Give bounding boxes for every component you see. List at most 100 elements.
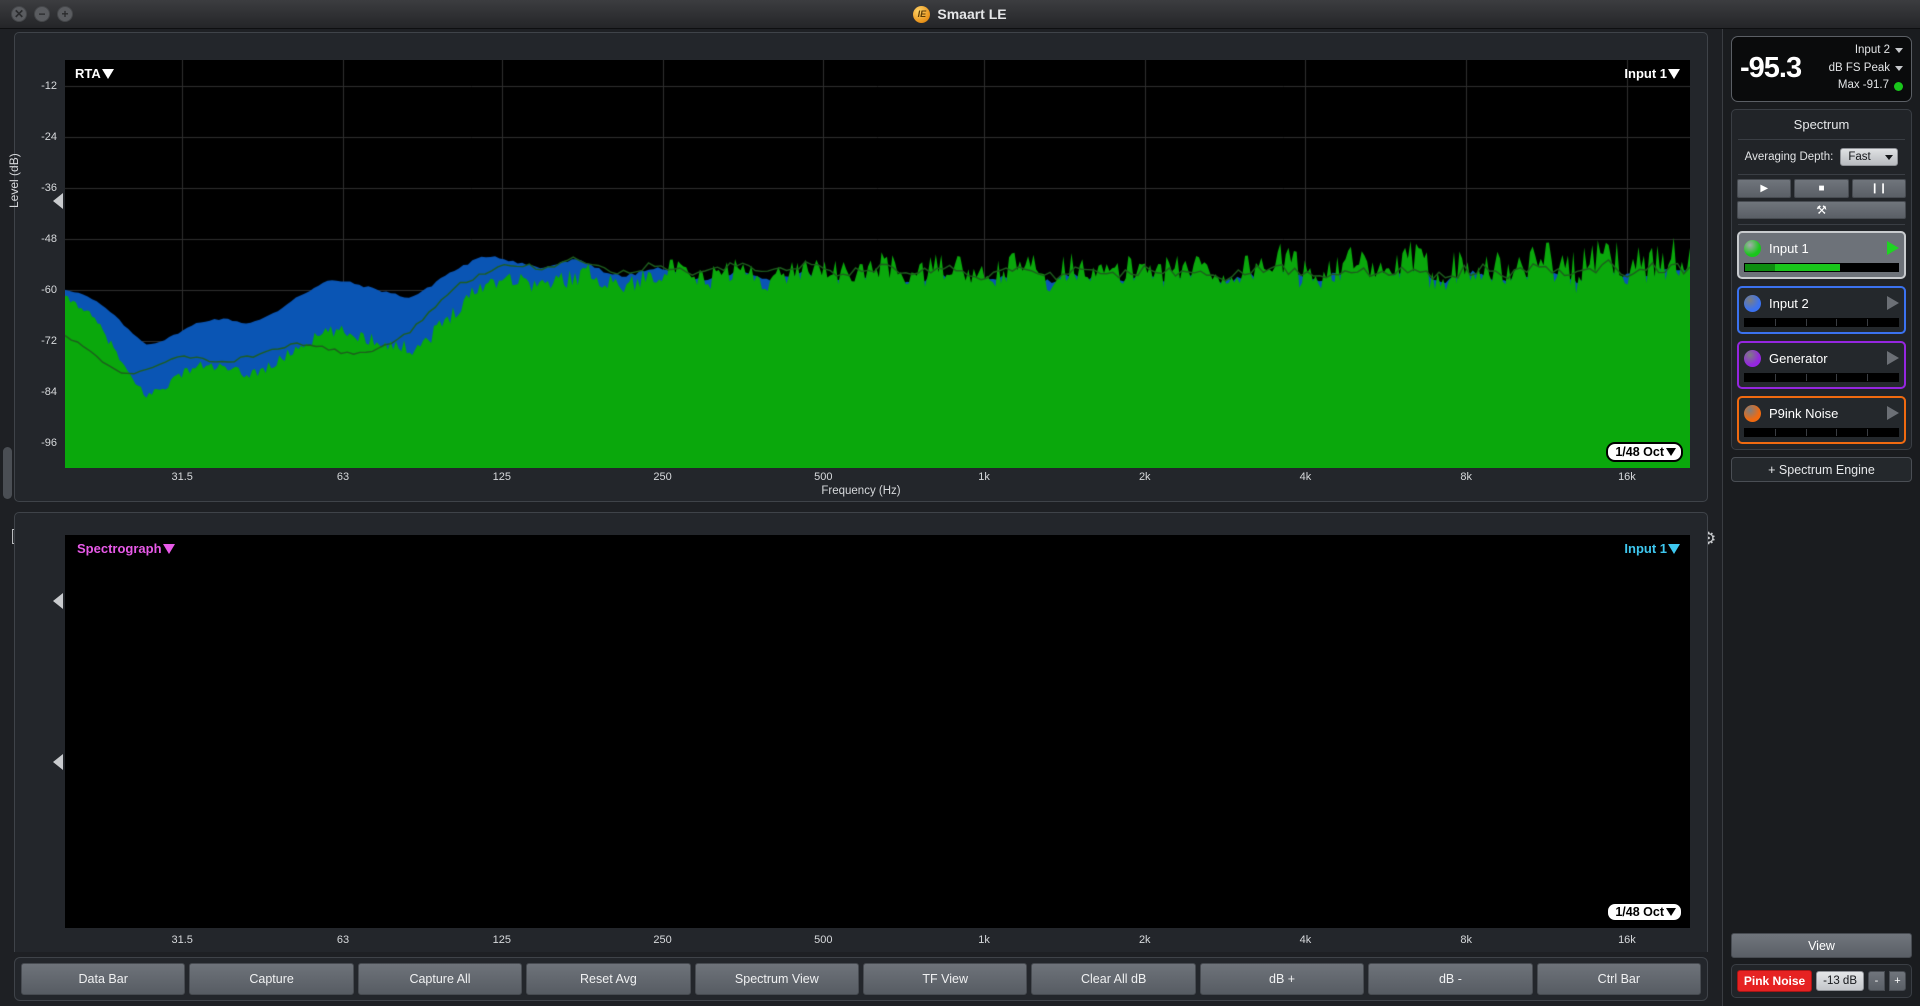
engine-play-icon[interactable] xyxy=(1887,296,1899,310)
toolbar-button-clear-all-db[interactable]: Clear All dB xyxy=(1031,963,1196,995)
engine-color-dot-icon xyxy=(1744,294,1761,312)
spectrograph-canvas xyxy=(65,535,1690,928)
x-tick-label: 8k xyxy=(1460,471,1473,483)
spectrograph-resolution-dropdown[interactable]: 1/48 Oct xyxy=(1606,902,1683,922)
meter-unit-dropdown[interactable]: dB FS Peak xyxy=(1807,60,1903,78)
stop-button[interactable]: ■ xyxy=(1794,179,1849,198)
window-title: IE Smaart LE xyxy=(0,5,1920,23)
chevron-down-icon xyxy=(101,68,114,79)
chevron-down-icon xyxy=(1666,448,1676,456)
generator-level-decrement-button[interactable]: - xyxy=(1868,971,1885,991)
rta-type-dropdown[interactable]: RTA xyxy=(75,66,114,81)
averaging-depth-value: Fast xyxy=(1848,151,1871,163)
rta-level-slider-handle[interactable] xyxy=(53,193,63,209)
toolbar-button-data-bar[interactable]: Data Bar xyxy=(21,963,186,995)
engine-color-dot-icon xyxy=(1744,349,1761,367)
window-title-text: Smaart LE xyxy=(937,6,1007,22)
averaging-depth-select[interactable]: Fast xyxy=(1840,148,1899,166)
meter-source-dropdown[interactable]: Input 2 xyxy=(1807,42,1903,60)
toolbar-button-tf-view[interactable]: TF View xyxy=(863,963,1028,995)
rta-spectrum-canvas xyxy=(65,60,1690,468)
pink-noise-button[interactable]: Pink Noise xyxy=(1737,970,1813,992)
spectrograph-source-dropdown[interactable]: Input 1 xyxy=(1624,541,1680,556)
y-tick-label: -84 xyxy=(41,385,57,398)
engine-label: Input 2 xyxy=(1769,295,1809,311)
spectrum-engine-p9ink-noise[interactable]: P9ink Noise xyxy=(1737,396,1906,444)
x-tick-label: 63 xyxy=(336,471,350,483)
engine-play-icon[interactable] xyxy=(1887,351,1899,365)
spectrograph-upper-slider-handle[interactable] xyxy=(53,593,63,609)
meter-unit-label: dB FS Peak xyxy=(1828,61,1890,74)
toolbar-button-row: Data Bar Capture Capture All Reset Avg Spect… xyxy=(14,957,1708,1001)
right-sidebar: -95.3 Input 2 dB FS Peak Max -91.7 Spect… xyxy=(1722,29,1920,1006)
work-area: Level (dB) -12 -24 -36 -48 -60 -72 -84 -96 RTA … xyxy=(0,29,1722,981)
engine-level-bar xyxy=(1744,373,1899,382)
meter-max-label: Max -91.7 xyxy=(1837,79,1889,92)
chevron-down-icon xyxy=(1885,154,1894,160)
toolbar-button-ctrl-bar[interactable]: Ctrl Bar xyxy=(1536,963,1702,995)
toolbar-button-spectrum-view[interactable]: Spectrum View xyxy=(694,963,860,995)
spectrograph-panel: Spectrograph Input 1 1/48 Oct 31.5 63 125 2… xyxy=(14,512,1708,974)
spectrum-engine-list: Input 1 Input 2 Generator P9ink Noise xyxy=(1732,225,1911,449)
chevron-down-icon xyxy=(1668,68,1680,79)
x-tick-label: 4k xyxy=(1299,934,1312,946)
x-tick-label: 500 xyxy=(814,934,833,946)
x-tick-label: 250 xyxy=(653,471,672,483)
engine-label: P9ink Noise xyxy=(1769,405,1839,421)
x-tick-label: 63 xyxy=(336,934,350,946)
spectrum-panel-title: Spectrum xyxy=(1793,117,1850,132)
generator-level-increment-button[interactable]: + xyxy=(1889,971,1906,991)
chevron-down-icon xyxy=(1895,48,1903,54)
toolbar-button-reset-avg[interactable]: Reset Avg xyxy=(526,963,691,995)
rta-type-label: RTA xyxy=(75,66,101,81)
signal-status-indicator-icon xyxy=(1894,81,1903,91)
engine-label: Input 1 xyxy=(1769,240,1809,256)
transport-controls: ▶ ■ ❙❙ xyxy=(1732,175,1911,198)
left-split-grip[interactable] xyxy=(3,447,12,499)
toolbar-button-capture-all[interactable]: Capture All xyxy=(357,963,523,995)
spectrum-engine-input-1[interactable]: Input 1 xyxy=(1737,231,1906,279)
x-tick-label: 8k xyxy=(1460,934,1473,946)
y-tick-label: -12 xyxy=(41,79,57,92)
x-tick-label: 250 xyxy=(653,934,672,946)
engine-play-icon[interactable] xyxy=(1887,241,1899,255)
x-tick-label: 2k xyxy=(1138,934,1151,946)
rta-source-dropdown[interactable]: Input 1 xyxy=(1624,66,1680,81)
x-tick-label: 31.5 xyxy=(171,934,193,946)
x-tick-label: 31.5 xyxy=(171,471,193,483)
y-tick-label: -60 xyxy=(41,283,57,296)
toolbar-button-db[interactable]: dB - xyxy=(1368,963,1533,995)
x-tick-label: 1k xyxy=(978,471,990,483)
toolbar-button-db[interactable]: dB + xyxy=(1199,963,1365,995)
level-meter-readout: -95.3 Input 2 dB FS Peak Max -91.7 xyxy=(1731,36,1912,102)
add-spectrum-engine-button[interactable]: + Spectrum Engine xyxy=(1731,457,1912,482)
play-button[interactable]: ▶ xyxy=(1737,179,1792,198)
x-tick-label: 4k xyxy=(1299,471,1312,483)
generator-level-value[interactable]: -13 dB xyxy=(1816,971,1864,991)
chevron-down-icon xyxy=(1668,543,1680,554)
spectrograph-type-dropdown[interactable]: Spectrograph xyxy=(77,541,175,556)
spectrum-tools-button[interactable]: ⚒ xyxy=(1737,201,1906,219)
spectrum-control-card: Spectrum Averaging Depth: Fast ▶ ■ ❙❙ ⚒ In… xyxy=(1731,109,1912,450)
spectrum-engine-input-2[interactable]: Input 2 xyxy=(1737,286,1906,334)
view-button[interactable]: View xyxy=(1731,933,1912,958)
rta-source-label: Input 1 xyxy=(1624,66,1667,81)
x-tick-label: 16k xyxy=(1618,934,1636,946)
engine-level-bar xyxy=(1744,263,1899,272)
window-titlebar: ✕ − + IE Smaart LE xyxy=(0,0,1920,29)
engine-label: Generator xyxy=(1769,350,1828,366)
engine-play-icon[interactable] xyxy=(1887,406,1899,420)
y-tick-label: -36 xyxy=(41,181,57,194)
toolbar-button-capture[interactable]: Capture xyxy=(189,963,354,995)
sidebar-footer: View Pink Noise -13 dB - + xyxy=(1731,933,1912,998)
spectrograph-lower-slider-handle[interactable] xyxy=(53,754,63,770)
rta-plot-area[interactable]: RTA Input 1 1/48 Oct xyxy=(65,60,1690,468)
spectrograph-plot-area[interactable]: Spectrograph Input 1 1/48 Oct xyxy=(65,535,1690,928)
chevron-down-icon xyxy=(1895,66,1903,71)
pause-button[interactable]: ❙❙ xyxy=(1851,179,1906,198)
x-tick-label: 125 xyxy=(492,471,512,483)
meter-value: -95.3 xyxy=(1740,52,1802,84)
spectrum-engine-generator[interactable]: Generator xyxy=(1737,341,1906,389)
rta-resolution-dropdown[interactable]: 1/48 Oct xyxy=(1606,442,1683,462)
spectrograph-type-label: Spectrograph xyxy=(77,541,162,556)
